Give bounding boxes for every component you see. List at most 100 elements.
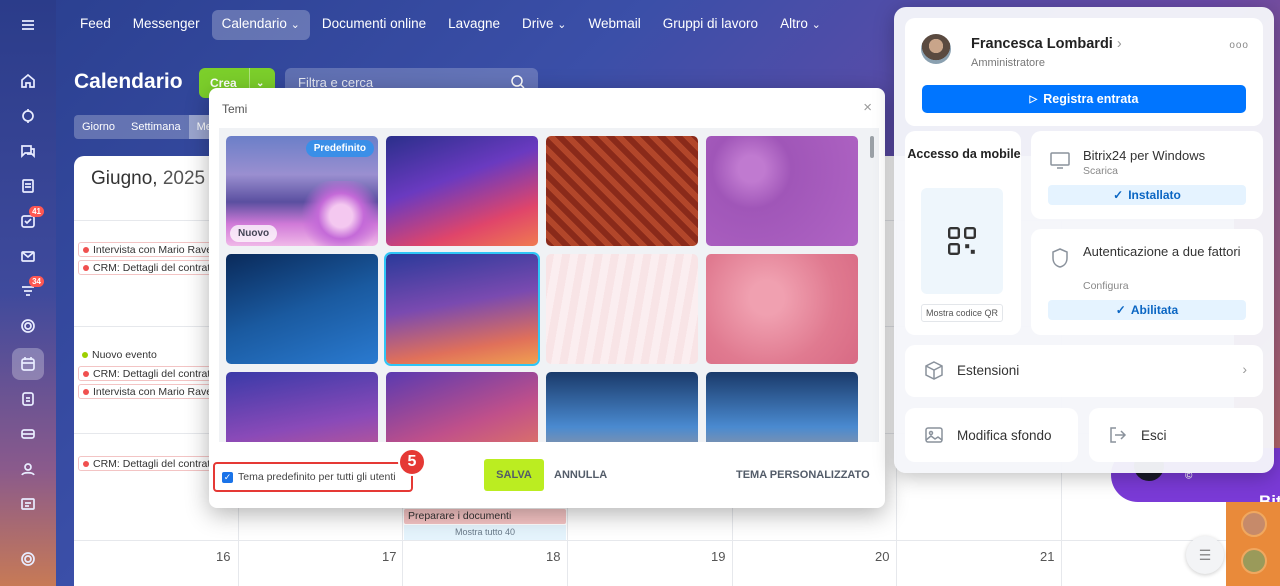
theme-tile[interactable]: [706, 372, 858, 442]
windows-app-subtitle: Scarica: [1083, 165, 1119, 177]
event-title: CRM: Dettagli del contrat: [93, 262, 211, 274]
default-theme-checkbox-wrapper[interactable]: ✓ Tema predefinito per tutti gli utenti: [213, 462, 413, 492]
event-dot: [83, 389, 89, 395]
left-sidebar: 41 34: [0, 0, 56, 586]
sites-icon[interactable]: [12, 310, 44, 342]
theme-tile[interactable]: [546, 136, 698, 246]
theme-tile[interactable]: [386, 372, 538, 442]
theme-tile-selected[interactable]: [384, 252, 540, 366]
save-button[interactable]: SALVA: [484, 459, 544, 491]
user-name[interactable]: Francesca Lombardi ›: [971, 36, 1122, 52]
drive-icon[interactable]: [12, 383, 44, 415]
themes-dialog: Temi × Predefinito Nuovo ✓ Tema predefin…: [209, 88, 885, 508]
filter-icon[interactable]: 34: [12, 275, 44, 307]
theme-tile[interactable]: [546, 372, 698, 442]
nav-webmail[interactable]: Webmail: [578, 10, 650, 40]
new-badge: Nuovo: [230, 225, 278, 242]
nav-more-label: Altro: [780, 16, 808, 31]
feed-icon[interactable]: [12, 100, 44, 132]
event-title: Nuovo evento: [92, 349, 157, 361]
calendar-icon[interactable]: [12, 348, 44, 380]
theme-tile[interactable]: Predefinito Nuovo: [226, 136, 378, 246]
month-label: Giugno, 2025: [91, 168, 205, 190]
nav-workgroups[interactable]: Gruppi di lavoro: [653, 10, 768, 40]
contacts-icon[interactable]: [12, 453, 44, 485]
chevron-down-icon[interactable]: ⌄: [250, 78, 264, 89]
view-day[interactable]: Giorno: [74, 115, 123, 139]
user-role: Amministratore: [971, 57, 1045, 69]
menu-icon[interactable]: [12, 9, 44, 41]
calendar-event[interactable]: CRM: Dettagli del contrat: [78, 366, 216, 381]
logout-button[interactable]: Esci: [1089, 408, 1263, 462]
list-icon[interactable]: ☰: [1186, 536, 1224, 574]
theme-tile[interactable]: [546, 254, 698, 364]
theme-tile[interactable]: [226, 372, 378, 442]
chat-icon[interactable]: [12, 135, 44, 167]
event-dot: [83, 265, 89, 271]
event-dot: [83, 461, 89, 467]
crm-icon[interactable]: [12, 418, 44, 450]
enabled-button[interactable]: ✓ Abilitata: [1048, 300, 1246, 320]
tasks-badge: 41: [29, 206, 44, 217]
avatar[interactable]: [1241, 548, 1267, 574]
scrollbar-thumb[interactable]: [870, 136, 874, 158]
calendar-event[interactable]: Preparare i documenti: [404, 509, 566, 524]
default-badge: Predefinito: [305, 140, 374, 157]
settings-gear-icon[interactable]: [12, 543, 44, 575]
show-all-link[interactable]: Mostra tutto 40: [404, 525, 566, 540]
calendar-event[interactable]: CRM: Dettagli del contrat: [78, 260, 216, 275]
view-week[interactable]: Settimana: [123, 115, 189, 139]
nav-calendar[interactable]: Calendario ⌄: [211, 10, 310, 40]
installed-button[interactable]: ✓ Installato: [1048, 185, 1246, 205]
more-icon[interactable]: ooo: [1229, 40, 1249, 51]
page-title: Calendario: [74, 70, 183, 93]
event-title: Intervista con Mario Rave: [93, 386, 213, 398]
custom-theme-button[interactable]: TEMA PERSONALIZZATO: [736, 469, 870, 481]
theme-tile[interactable]: [226, 254, 378, 364]
calendar-event[interactable]: Nuovo evento: [78, 348, 216, 363]
two-factor-title: Autenticazione a due fattori: [1083, 244, 1241, 259]
avatar[interactable]: [921, 34, 951, 64]
check-in-button[interactable]: ▷ Registra entrata: [922, 85, 1246, 113]
calendar-event[interactable]: Intervista con Mario Rave: [78, 384, 216, 399]
cancel-button[interactable]: ANNULLA: [554, 469, 607, 481]
themes-gallery: Predefinito Nuovo: [219, 128, 879, 442]
avatar[interactable]: [1241, 511, 1267, 537]
document-icon[interactable]: [12, 170, 44, 202]
mail-icon[interactable]: [12, 240, 44, 272]
installed-label: Installato: [1128, 188, 1181, 202]
checkbox-label: Tema predefinito per tutti gli utenti: [238, 471, 396, 483]
qr-code-icon[interactable]: [921, 188, 1003, 294]
cube-icon: [923, 360, 945, 382]
nav-drive[interactable]: Drive ⌄: [512, 10, 577, 40]
play-icon: ▷: [1029, 93, 1038, 105]
nav-drive-label: Drive: [521, 16, 554, 31]
year: 2025: [162, 168, 206, 189]
theme-tile[interactable]: [706, 254, 858, 364]
calendar-event[interactable]: CRM: Dettagli del contrat: [78, 456, 216, 471]
user-name-text: Francesca Lombardi: [971, 36, 1113, 52]
nav-more[interactable]: Altro ⌄: [770, 10, 831, 40]
logout-icon: [1107, 424, 1129, 446]
theme-tile[interactable]: [386, 136, 538, 246]
theme-tile[interactable]: [706, 136, 858, 246]
day-number: 20: [875, 549, 890, 564]
calendar-event[interactable]: Intervista con Mario Rave: [78, 242, 216, 257]
day-number: 18: [546, 549, 561, 564]
extensions-row[interactable]: Estensioni ›: [905, 345, 1263, 397]
day-number: 16: [216, 549, 231, 564]
tasks-icon[interactable]: 41: [12, 205, 44, 237]
checkbox[interactable]: ✓: [222, 471, 233, 483]
nav-feed[interactable]: Feed: [70, 10, 121, 40]
store-icon[interactable]: [12, 488, 44, 520]
close-icon[interactable]: ×: [863, 99, 872, 116]
show-qr-button[interactable]: Mostra codice QR: [921, 304, 1003, 322]
change-background-button[interactable]: Modifica sfondo: [905, 408, 1078, 462]
home-icon[interactable]: [12, 65, 44, 97]
shield-icon: [1049, 247, 1071, 269]
nav-boards[interactable]: Lavagne: [438, 10, 510, 40]
nav-messenger[interactable]: Messenger: [123, 10, 210, 40]
nav-documents[interactable]: Documenti online: [312, 10, 436, 40]
chevron-down-icon: ⌄: [290, 19, 300, 31]
scrollbar[interactable]: [868, 128, 876, 442]
